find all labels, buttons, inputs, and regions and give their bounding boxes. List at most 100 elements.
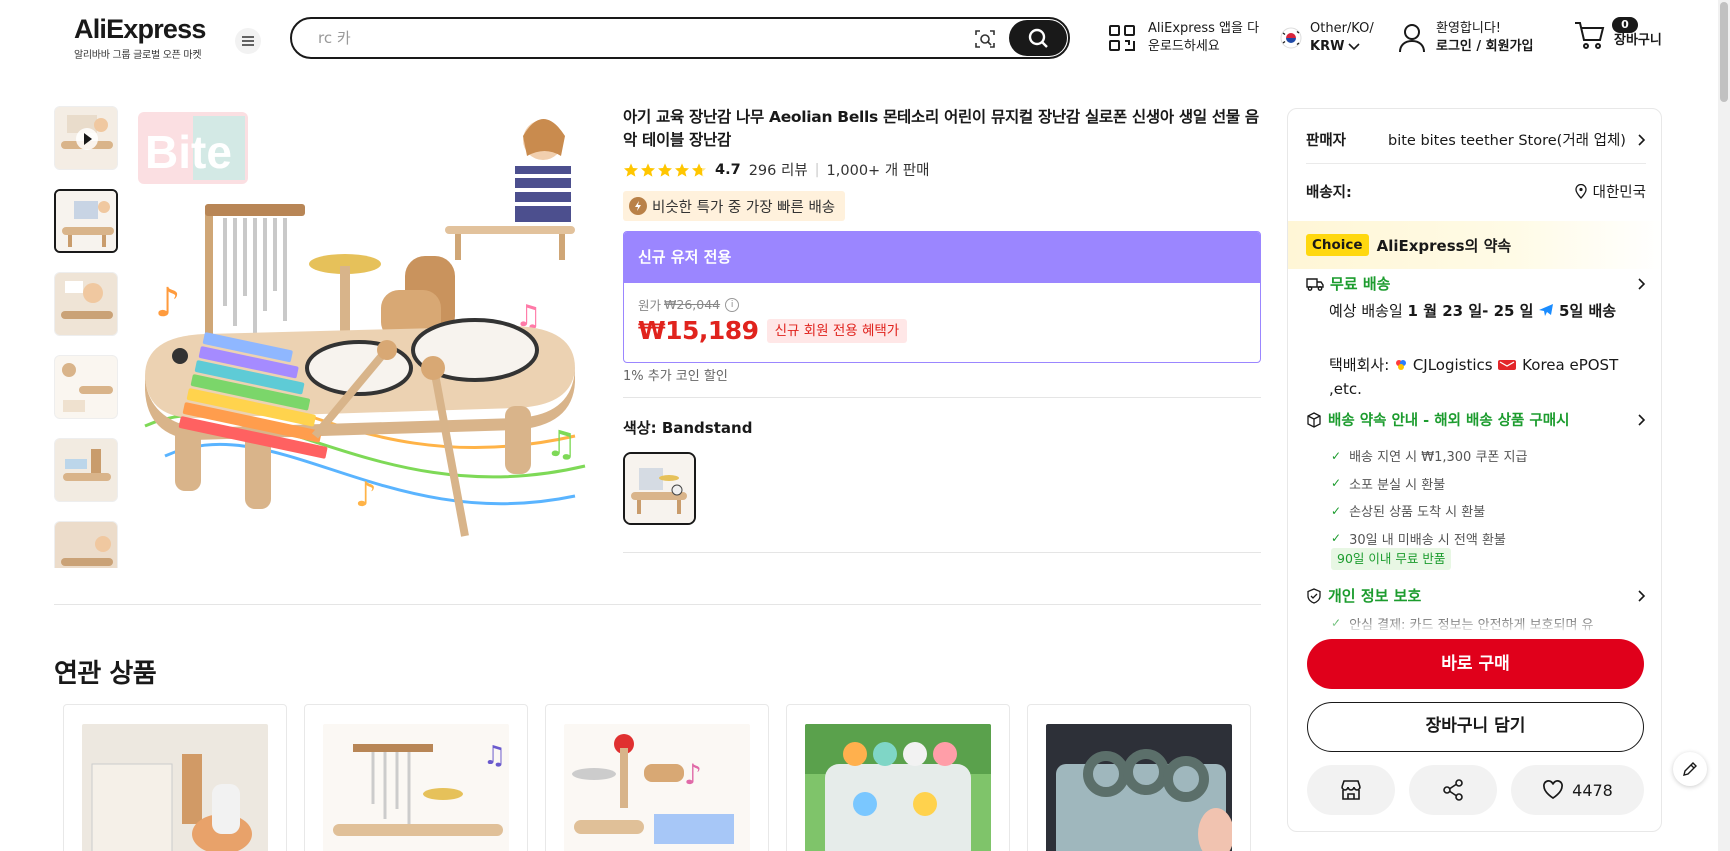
cart-label: 장바구니 (1614, 33, 1662, 48)
related-product-card[interactable] (786, 704, 1010, 851)
fast-delivery-badge: 비슷한 특가 중 가장 빠른 배송 (623, 191, 846, 221)
cart-icon (1575, 22, 1605, 49)
review-count[interactable]: 296 리뷰 (749, 159, 808, 180)
product-thumbnail (805, 724, 991, 851)
info-icon[interactable]: i (725, 297, 740, 312)
locale-selector[interactable]: Other/KO/ KRW (1280, 20, 1374, 56)
delivery-date: 1 월 23 일- 25 일 (1407, 302, 1534, 320)
thumbnail-list (54, 106, 120, 568)
original-price: 원가 ₩26,044 i (638, 295, 740, 314)
korea-flag-icon (1280, 27, 1302, 49)
delivery-promise-row[interactable]: 배송 약속 안내 - 해외 배송 상품 구매시 (1306, 409, 1646, 430)
fast-delivery-icon (629, 197, 647, 215)
menu-button[interactable] (235, 28, 261, 54)
coin-discount-note: 1% 추가 코인 할인 (623, 369, 728, 384)
app-download-line2: 운로드하세요 (1148, 39, 1220, 54)
thumbnail-3[interactable] (54, 355, 118, 419)
purchase-panel: 판매자 bite bites teether Store(거래 업체) 배송지:… (1287, 108, 1662, 832)
delivery-estimate: 예상 배송일 1 월 23 일- 25 일 5일 배송 (1329, 299, 1629, 323)
thumbnail-4[interactable] (54, 438, 118, 502)
scrollbar-thumb[interactable] (1720, 2, 1728, 102)
color-value: Bandstand (661, 419, 753, 437)
thumbnail-5[interactable] (54, 521, 118, 568)
edit-button[interactable] (1673, 752, 1707, 786)
choice-title: AliExpress의 약속 (1376, 236, 1512, 255)
truck-icon (1306, 277, 1324, 291)
main-product-image[interactable]: Bite ♪ ♫ ♪ ♫ (135, 106, 597, 568)
free-shipping-row[interactable]: 무료 배송 (1306, 273, 1646, 294)
menu-icon (242, 36, 254, 46)
check-icon: ✓ (1331, 448, 1342, 463)
original-price-value: ₩26,044 (664, 297, 721, 312)
related-product-card[interactable] (63, 704, 287, 851)
product-thumbnail (1046, 724, 1232, 851)
free-return-badge: 90일 이내 무료 반품 (1331, 548, 1452, 570)
chevron-down-icon (1348, 43, 1361, 51)
search-bar (290, 17, 1070, 59)
star-icon (658, 162, 672, 177)
logo-text: AliExpress (74, 14, 206, 44)
add-to-cart-button[interactable]: 장바구니 담기 (1307, 702, 1644, 752)
aliexpress-logo[interactable]: AliExpress 알리바바 그룹 글로벌 오픈 마켓 (74, 14, 206, 61)
page-scrollbar[interactable] (1718, 0, 1730, 851)
star-icon (675, 162, 689, 177)
color-label-prefix: 색상: (623, 419, 662, 437)
product-thumbnail: ♪ (564, 724, 750, 851)
seller-row[interactable]: 판매자 bite bites teether Store(거래 업체) (1306, 129, 1646, 150)
app-download-link[interactable]: AliExpress 앱을 다 운로드하세요 (1108, 20, 1259, 56)
store-icon (1341, 780, 1361, 800)
buy-now-button[interactable]: 바로 구매 (1307, 639, 1644, 689)
rating-score: 4.7 (715, 161, 741, 178)
choice-promise-bar: Choice AliExpress의 약속 (1288, 221, 1661, 269)
cj-logo-icon (1396, 360, 1407, 370)
search-icon (1028, 28, 1048, 48)
related-product-card[interactable] (1027, 704, 1251, 851)
plane-icon (1539, 304, 1554, 316)
shield-box-icon (1307, 411, 1321, 428)
price-row: ₩15,189 신규 회원 전용 혜택가 (638, 316, 908, 345)
divider: | (814, 161, 820, 178)
chevron-right-icon (1638, 277, 1646, 290)
privacy-row[interactable]: 개인 정보 보호 (1306, 585, 1646, 606)
rating-row[interactable]: 4.7 296 리뷰 | 1,000+ 개 판매 (623, 159, 929, 180)
price-tag: 신규 회원 전용 혜택가 (766, 318, 908, 343)
delivery-promise-title: 배송 약속 안내 - 해외 배송 상품 구매시 (1328, 413, 1570, 429)
share-button[interactable] (1409, 765, 1497, 815)
svg-text:♫: ♫ (545, 424, 577, 465)
thumbnail-1[interactable] (54, 189, 118, 253)
search-button[interactable] (1009, 20, 1067, 56)
related-products-title: 연관 상품 (54, 659, 157, 689)
search-input[interactable] (318, 28, 918, 48)
promise-item: ✓ 배송 지연 시 ₩1,300 쿠폰 지급 (1331, 448, 1528, 466)
check-icon: ✓ (1331, 476, 1342, 491)
store-button[interactable] (1307, 765, 1395, 815)
product-thumbnail: ♫ (323, 724, 509, 851)
carrier-info: 택배회사: CJLogistics Korea ePOST ,etc. (1329, 353, 1629, 401)
star-icon (641, 162, 655, 177)
free-shipping-title: 무료 배송 (1330, 275, 1391, 293)
ship-to-row[interactable]: 배송지: 대한민국 (1306, 181, 1646, 202)
shield-check-icon (1307, 587, 1321, 604)
carrier-prefix: 택배회사: (1329, 356, 1395, 374)
related-product-card[interactable]: ♫ (304, 704, 528, 851)
star-icon (624, 162, 638, 177)
related-product-card[interactable]: ♪ (545, 704, 769, 851)
wishlist-button[interactable]: 4478 (1511, 765, 1644, 815)
divider (623, 397, 1261, 398)
thumbnail-2[interactable] (54, 272, 118, 336)
welcome-text: 환영합니다! (1436, 21, 1502, 36)
cart-link[interactable]: 0 장바구니 (1574, 17, 1662, 50)
image-search-button[interactable] (972, 26, 998, 52)
account-link[interactable]: 환영합니다! 로그인 / 회원가입 (1398, 20, 1534, 56)
svg-text:♫: ♫ (483, 741, 506, 771)
thumbnail-video[interactable] (54, 106, 118, 170)
wishlist-count: 4478 (1572, 780, 1613, 800)
locale-line1: Other/KO/ (1310, 21, 1374, 36)
rating-stars (623, 162, 707, 178)
promise-item: ✓ 소포 분실 시 환불 (1331, 476, 1446, 493)
edit-icon (1683, 762, 1697, 776)
seller-name[interactable]: bite bites teether Store(거래 업체) (1388, 129, 1638, 150)
color-option-bandstand[interactable] (623, 452, 696, 525)
promise-checklist: ✓ 배송 지연 시 ₩1,300 쿠폰 지급 ✓ 소포 분실 시 환불 ✓ 손상된 상… (1331, 442, 1527, 552)
login-link[interactable]: 로그인 / 회원가입 (1436, 39, 1534, 54)
